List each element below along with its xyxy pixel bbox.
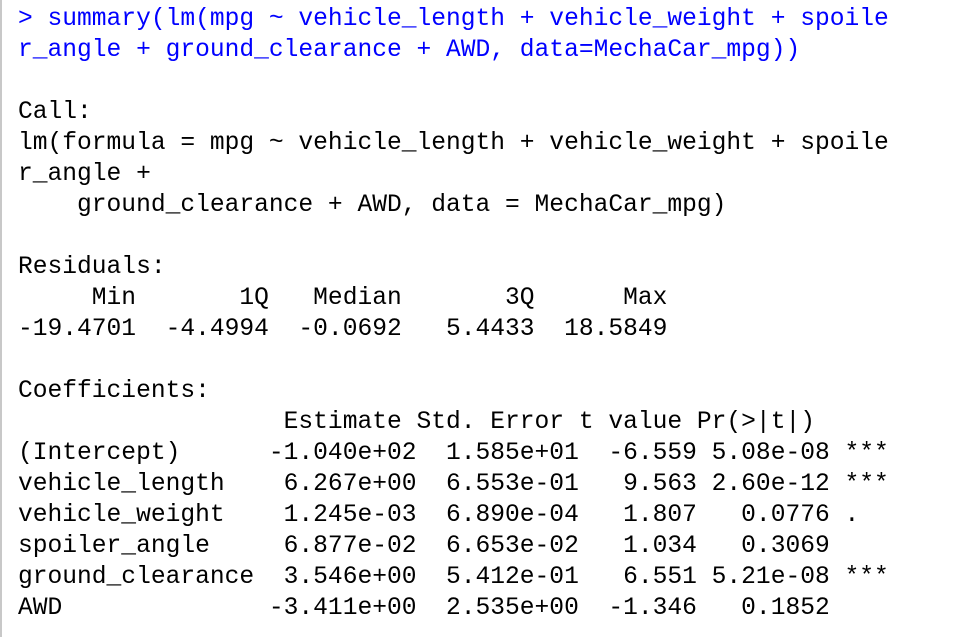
coefficient-row-awd: AWD -3.411e+00 2.535e+00 -1.346 0.1852: [18, 595, 889, 622]
residuals-values: -19.4701 -4.4994 -0.0692 5.4433 18.5849: [18, 316, 683, 343]
residuals-labels: Min 1Q Median 3Q Max: [18, 285, 683, 312]
command-line-2: r_angle + ground_clearance + AWD, data=M…: [18, 37, 801, 64]
call-line-2: r_angle +: [18, 161, 151, 188]
r-console-output[interactable]: > summary(lm(mpg ~ vehicle_length + vehi…: [0, 0, 968, 637]
coefficient-row-vehicle-weight: vehicle_weight 1.245e-03 6.890e-04 1.807…: [18, 502, 889, 529]
call-line-1: lm(formula = mpg ~ vehicle_length + vehi…: [18, 130, 889, 157]
coefficient-row-vehicle-length: vehicle_length 6.267e+00 6.553e-01 9.563…: [18, 471, 889, 498]
coefficients-column-header: Estimate Std. Error t value Pr(>|t|): [18, 409, 875, 436]
call-line-3: ground_clearance + AWD, data = MechaCar_…: [18, 192, 727, 219]
coefficient-row-spoiler-angle: spoiler_angle 6.877e-02 6.653e-02 1.034 …: [18, 533, 889, 560]
residuals-header: Residuals:: [18, 254, 166, 281]
coefficients-header: Coefficients:: [18, 378, 210, 405]
coefficient-row-intercept: (Intercept) -1.040e+02 1.585e+01 -6.559 …: [18, 440, 889, 467]
command-line-1: > summary(lm(mpg ~ vehicle_length + vehi…: [18, 6, 889, 33]
call-header: Call:: [18, 99, 92, 126]
coefficient-row-ground-clearance: ground_clearance 3.546e+00 5.412e-01 6.5…: [18, 564, 889, 591]
